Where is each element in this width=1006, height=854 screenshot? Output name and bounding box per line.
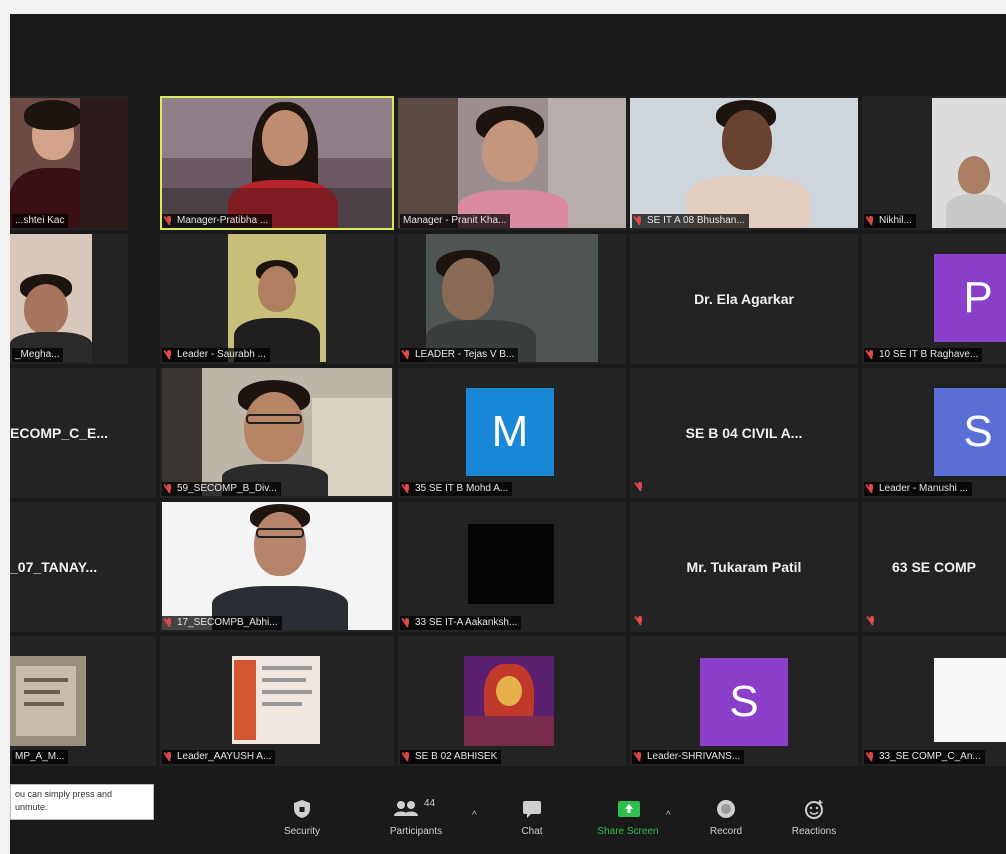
participant-avatar: S (934, 388, 1006, 476)
participant-tile[interactable]: 33 SE IT-A Aakanksh... (398, 502, 626, 632)
muted-mic-icon (635, 752, 643, 762)
muted-mic-icon (165, 484, 173, 494)
muted-mic-icon (867, 350, 875, 360)
participant-tile[interactable]: MP_A_M... (10, 636, 156, 766)
muted-mic-icon (867, 484, 875, 494)
active-speaker-tile[interactable]: Manager-Pratibha ... (160, 96, 394, 230)
participant-tile[interactable]: 59_SECOMP_B_Div... (160, 368, 394, 498)
participant-name: Leader_AAYUSH A... (162, 750, 276, 764)
participant-name: SE B 02 ABHISEK (400, 750, 502, 764)
muted-mic-icon (867, 752, 875, 762)
participants-options-caret[interactable]: ^ (472, 810, 477, 821)
participant-display-name: Dr. Ela Agarkar (694, 291, 794, 307)
muted-mic-icon (165, 752, 173, 762)
share-screen-options-caret[interactable]: ^ (666, 810, 671, 821)
muted-mic-icon (403, 350, 411, 360)
reactions-button[interactable]: Reactions (774, 798, 854, 837)
security-button[interactable]: Security (262, 798, 342, 837)
zoom-meeting-window: ...shtei Kac Manager-Pratibha ... Manage… (10, 14, 1006, 854)
share-screen-icon (617, 798, 640, 820)
muted-mic-icon (403, 484, 411, 494)
participant-name: 17_SECOMPB_Abhi... (162, 616, 282, 630)
record-icon (715, 798, 737, 820)
muted-mic-icon (403, 752, 411, 762)
participant-tile[interactable]: S Leader-SHRIVANS... (630, 636, 858, 766)
muted-mic-icon (867, 216, 875, 226)
participant-tile[interactable]: 63 SE COMP (862, 502, 1006, 632)
participant-tile[interactable]: SE IT A 08 Bhushan... (630, 96, 858, 230)
meeting-toolbar: Security 44 Participants ^ Chat Share Sc… (10, 792, 1006, 854)
participant-name: 35 SE IT B Mohd A... (400, 482, 513, 496)
muted-mic-icon (403, 618, 411, 628)
muted-mic-icon (165, 350, 173, 360)
share-screen-button[interactable]: Share Screen (588, 798, 668, 837)
participant-name: Leader - Manushi ... (864, 482, 972, 496)
participant-avatar: M (466, 388, 554, 476)
participant-display-name: SE B 04 CIVIL A... (685, 425, 803, 441)
participant-tile[interactable]: ...shtei Kac (10, 96, 128, 230)
record-button[interactable]: Record (686, 798, 766, 837)
muted-mic-icon (165, 618, 173, 628)
participant-tile[interactable]: M 35 SE IT B Mohd A... (398, 368, 626, 498)
participant-tile[interactable]: SE B 02 ABHISEK (398, 636, 626, 766)
muted-mic-icon (165, 216, 173, 226)
participant-name: Leader-SHRIVANS... (632, 750, 745, 764)
participant-name: _Megha... (12, 348, 64, 362)
muted-mic-icon (868, 616, 876, 626)
participant-name: LEADER - Tejas V B... (400, 348, 519, 362)
participant-name: Manager-Pratibha ... (162, 214, 273, 228)
participant-tile[interactable]: _Megha... (10, 234, 128, 364)
participant-display-name: ECOMP_C_E... (10, 425, 109, 441)
chat-button[interactable]: Chat (492, 798, 572, 837)
participant-name: 33_SE COMP_C_An... (864, 750, 985, 764)
participants-button[interactable]: 44 Participants (376, 798, 456, 837)
participant-name: MP_A_M... (12, 750, 69, 764)
participant-tile[interactable]: SE B 04 CIVIL A... (630, 368, 858, 498)
participant-tile[interactable]: Mr. Tukaram Patil (630, 502, 858, 632)
unmute-tip-tooltip: ou can simply press and unmute. (10, 784, 154, 820)
participant-avatar: P (934, 254, 1006, 342)
muted-mic-icon (635, 216, 643, 226)
participant-name: 33 SE IT-A Aakanksh... (400, 616, 522, 630)
participant-name: 59_SECOMP_B_Div... (162, 482, 281, 496)
participant-tile[interactable]: _07_TANAY... (10, 502, 156, 632)
participant-tile[interactable]: S Leader - Manushi ... (862, 368, 1006, 498)
participant-tile[interactable]: Leader - Saurabh ... (160, 234, 394, 364)
participant-display-name: Mr. Tukaram Patil (686, 559, 802, 575)
participant-name: Manager - Pranit Kha... (400, 214, 511, 228)
shield-icon (291, 798, 313, 820)
participant-tile[interactable]: P 10 SE IT B Raghave... (862, 234, 1006, 364)
participant-tile[interactable]: Dr. Ela Agarkar (630, 234, 858, 364)
participant-name: 10 SE IT B Raghave... (864, 348, 983, 362)
participant-name: ...shtei Kac (12, 214, 69, 228)
participant-display-name: 63 SE COMP (891, 559, 977, 575)
muted-mic-icon (636, 482, 644, 492)
participant-tile[interactable]: ECOMP_C_E... (10, 368, 156, 498)
participant-display-name: _07_TANAY... (10, 559, 98, 575)
participant-avatar: S (700, 658, 788, 746)
participant-tile[interactable]: 17_SECOMPB_Abhi... (160, 502, 394, 632)
participant-name: Leader - Saurabh ... (162, 348, 270, 362)
participant-tile[interactable]: Manager - Pranit Kha... (398, 96, 626, 230)
participant-name: SE IT A 08 Bhushan... (632, 214, 749, 228)
participants-icon: 44 (392, 798, 440, 820)
participant-tile[interactable]: Nikhil... (862, 96, 1006, 230)
chat-icon (521, 798, 543, 820)
participant-tile[interactable]: LEADER - Tejas V B... (398, 234, 626, 364)
participant-tile[interactable]: Leader_AAYUSH A... (160, 636, 394, 766)
muted-mic-icon (636, 616, 644, 626)
participant-name: Nikhil... (864, 214, 916, 228)
participant-tile[interactable]: 33_SE COMP_C_An... (862, 636, 1006, 766)
reactions-icon (803, 798, 825, 820)
participants-count: 44 (424, 798, 436, 809)
